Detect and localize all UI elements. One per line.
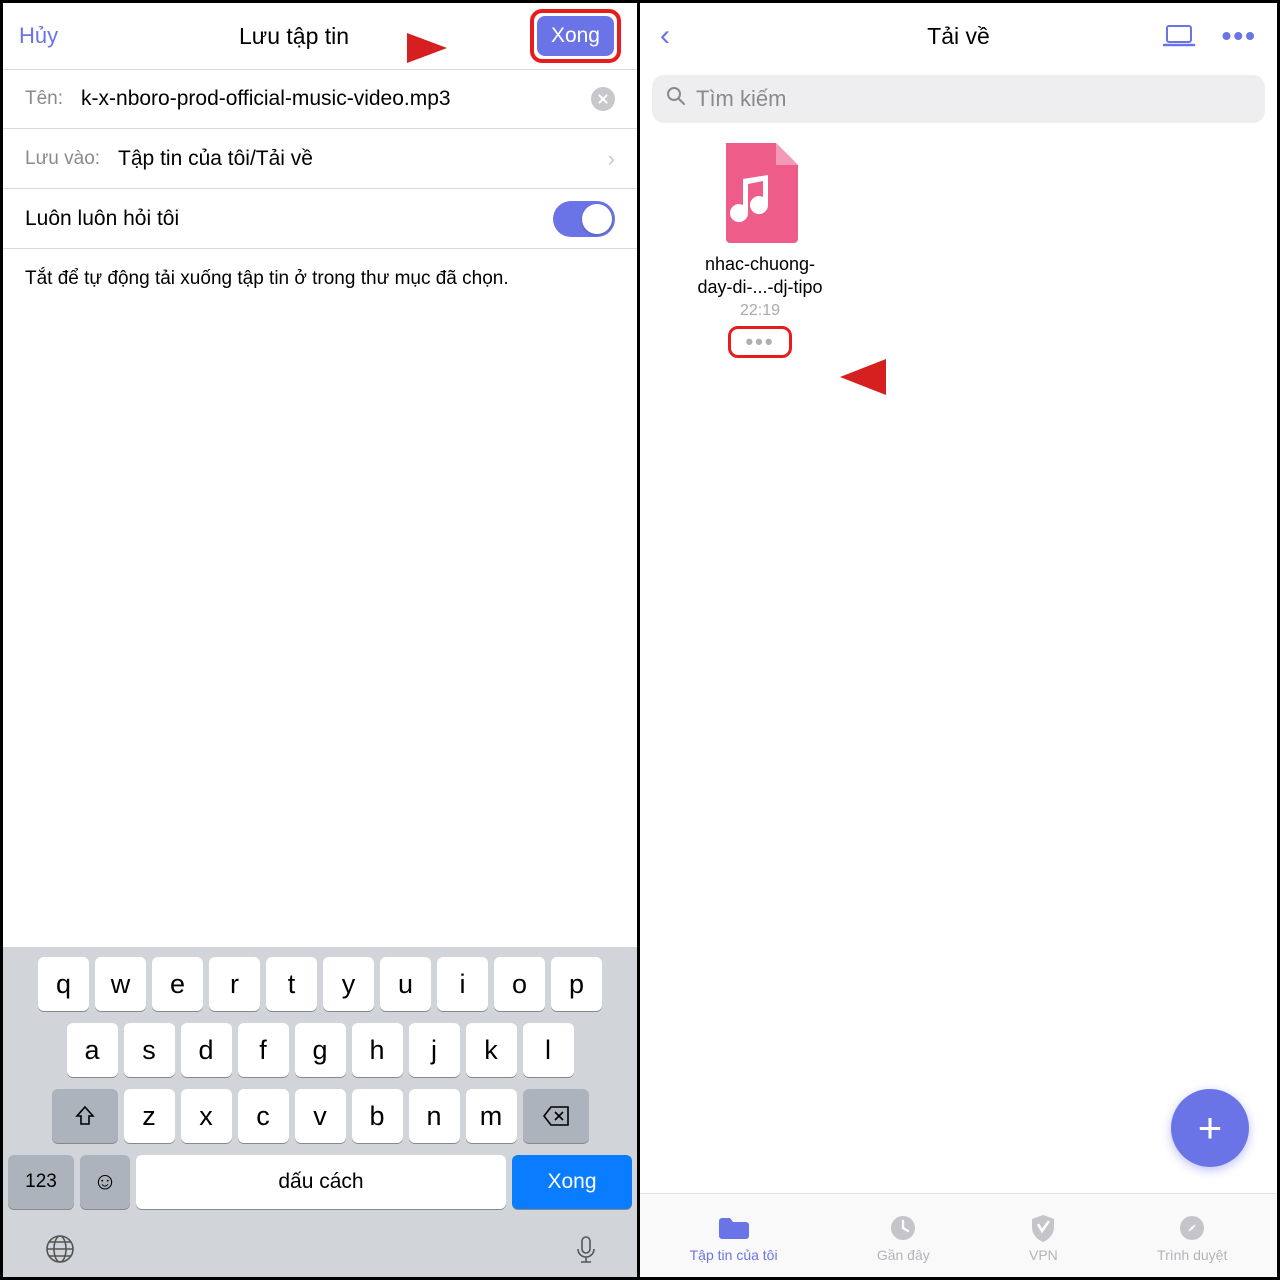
back-button[interactable]: ‹ — [660, 19, 670, 53]
clear-icon[interactable] — [591, 87, 615, 111]
tab-recent[interactable]: Gần đây — [877, 1213, 930, 1263]
search-icon — [666, 86, 686, 112]
filename-label: Tên: — [25, 88, 63, 110]
key-w[interactable]: w — [95, 957, 146, 1011]
add-button[interactable]: + — [1171, 1089, 1249, 1167]
file-name-line2: day-di-...-dj-tipo — [680, 276, 840, 299]
done-button[interactable]: Xong — [537, 16, 614, 56]
key-f[interactable]: f — [238, 1023, 289, 1077]
page-title: Lưu tập tin — [239, 23, 349, 50]
key-o[interactable]: o — [494, 957, 545, 1011]
plus-icon: + — [1198, 1104, 1223, 1152]
key-m[interactable]: m — [466, 1089, 517, 1143]
key-h[interactable]: h — [352, 1023, 403, 1077]
key-t[interactable]: t — [266, 957, 317, 1011]
key-v[interactable]: v — [295, 1089, 346, 1143]
key-n[interactable]: n — [409, 1089, 460, 1143]
emoji-key[interactable]: ☺ — [80, 1155, 130, 1209]
key-e[interactable]: e — [152, 957, 203, 1011]
done-button-highlight: Xong — [530, 9, 621, 63]
file-time: 22:19 — [680, 302, 840, 320]
key-u[interactable]: u — [380, 957, 431, 1011]
chevron-right-icon: › — [608, 146, 615, 172]
key-x[interactable]: x — [181, 1089, 232, 1143]
key-k[interactable]: k — [466, 1023, 517, 1077]
file-name-line1: nhac-chuong- — [680, 253, 840, 276]
music-file-icon — [718, 143, 802, 243]
numbers-key[interactable]: 123 — [8, 1155, 74, 1209]
downloads-screen: ‹ Tải về ••• Tìm kiếm nhac-chuong- day-d… — [640, 0, 1280, 1280]
filename-row[interactable]: Tên: k-x-nboro-prod-official-music-video… — [3, 69, 637, 129]
mic-icon[interactable] — [570, 1233, 602, 1265]
key-z[interactable]: z — [124, 1089, 175, 1143]
space-key[interactable]: dấu cách — [136, 1155, 506, 1209]
key-p[interactable]: p — [551, 957, 602, 1011]
key-i[interactable]: i — [437, 957, 488, 1011]
header-right: ‹ Tải về ••• — [640, 3, 1277, 69]
header-left: Hủy Lưu tập tin Xong — [3, 3, 637, 69]
file-item[interactable]: nhac-chuong- day-di-...-dj-tipo 22:19 ••… — [680, 143, 840, 358]
folder-icon — [717, 1213, 751, 1243]
key-y[interactable]: y — [323, 957, 374, 1011]
globe-icon[interactable] — [44, 1233, 76, 1265]
compass-icon — [1178, 1213, 1206, 1243]
key-l[interactable]: l — [523, 1023, 574, 1077]
saveto-label: Lưu vào: — [25, 148, 100, 170]
clock-icon — [889, 1213, 917, 1243]
search-input[interactable]: Tìm kiếm — [652, 75, 1265, 123]
tab-vpn[interactable]: VPN — [1029, 1213, 1058, 1263]
laptop-icon[interactable] — [1162, 20, 1196, 52]
saveto-row[interactable]: Lưu vào: Tập tin của tôi/Tải về › — [3, 129, 637, 189]
shield-icon — [1030, 1213, 1056, 1243]
arrow-annotation-done — [337, 25, 447, 76]
key-j[interactable]: j — [409, 1023, 460, 1077]
key-a[interactable]: a — [67, 1023, 118, 1077]
save-file-screen: Hủy Lưu tập tin Xong Tên: k-x-nboro-prod… — [0, 0, 640, 1280]
key-b[interactable]: b — [352, 1089, 403, 1143]
keyboard-done-key[interactable]: Xong — [512, 1155, 632, 1209]
always-ask-row: Luôn luôn hỏi tôi — [3, 189, 637, 249]
arrow-annotation-more — [840, 350, 970, 409]
always-ask-toggle[interactable] — [553, 201, 615, 237]
filename-value: k-x-nboro-prod-official-music-video.mp3 — [81, 87, 583, 111]
page-title-right: Tải về — [927, 23, 990, 50]
key-s[interactable]: s — [124, 1023, 175, 1077]
search-placeholder: Tìm kiếm — [696, 86, 786, 112]
key-g[interactable]: g — [295, 1023, 346, 1077]
key-c[interactable]: c — [238, 1089, 289, 1143]
saveto-value: Tập tin của tôi/Tải về — [118, 147, 608, 171]
tab-bar: Tập tin của tôi Gần đây VPN Trình duyệt — [640, 1193, 1277, 1277]
help-text: Tắt để tự động tải xuống tập tin ở trong… — [3, 249, 637, 310]
keyboard: q w e r t y u i o p a s d f g h j k l z — [3, 947, 637, 1277]
tab-label: Tập tin của tôi — [690, 1247, 778, 1263]
key-q[interactable]: q — [38, 957, 89, 1011]
tab-label: VPN — [1029, 1247, 1058, 1263]
backspace-key[interactable] — [523, 1089, 589, 1143]
key-d[interactable]: d — [181, 1023, 232, 1077]
file-more-button[interactable]: ••• — [728, 326, 791, 358]
always-ask-label: Luôn luôn hỏi tôi — [25, 207, 179, 231]
shift-key[interactable] — [52, 1089, 118, 1143]
more-menu-icon[interactable]: ••• — [1222, 20, 1257, 52]
cancel-button[interactable]: Hủy — [19, 23, 58, 49]
tab-label: Gần đây — [877, 1247, 930, 1263]
tab-my-files[interactable]: Tập tin của tôi — [690, 1213, 778, 1263]
tab-browser[interactable]: Trình duyệt — [1157, 1213, 1227, 1263]
tab-label: Trình duyệt — [1157, 1247, 1227, 1263]
key-r[interactable]: r — [209, 957, 260, 1011]
